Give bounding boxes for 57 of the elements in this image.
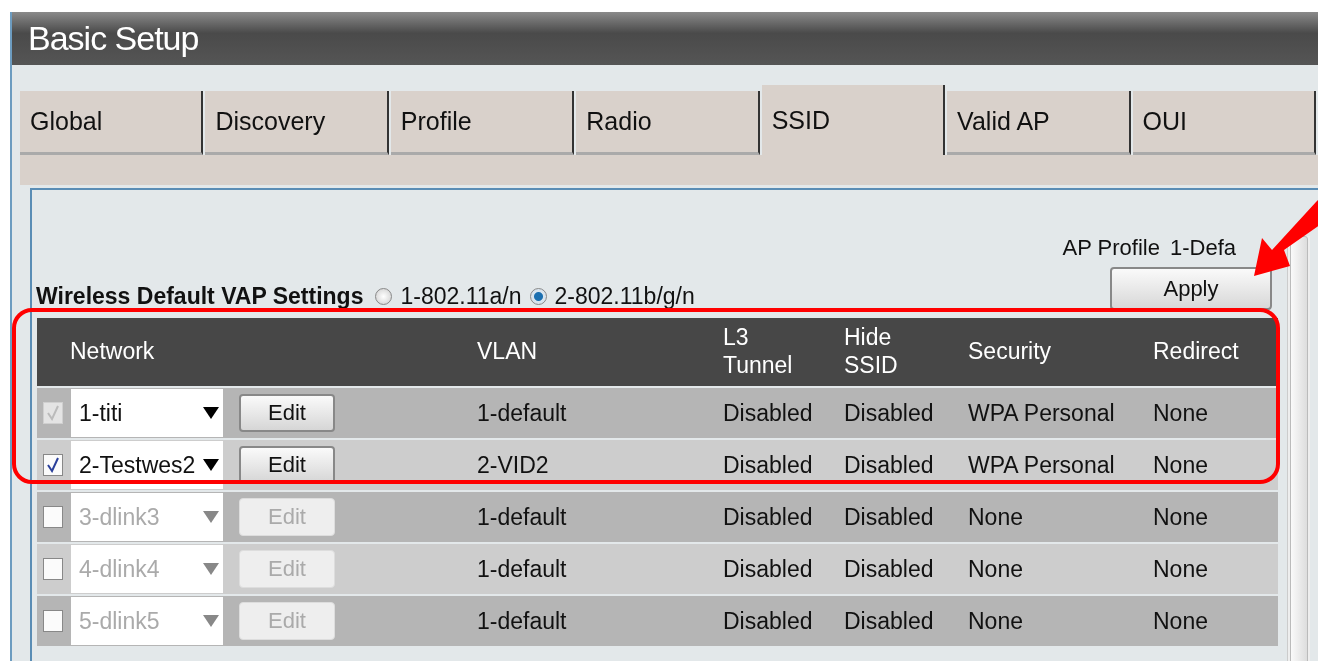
- vap-settings-label: Wireless Default VAP Settings: [36, 283, 364, 310]
- table-cell-text: None: [968, 503, 1024, 531]
- table-cell-text: None: [968, 555, 1024, 583]
- row-checkbox[interactable]: [43, 454, 63, 476]
- table-cell-text: None: [1153, 607, 1209, 635]
- table-cell-text: 2-VID2: [477, 451, 550, 479]
- table-cell-text: Disabled: [844, 503, 935, 531]
- table-cell-text: Disabled: [723, 607, 814, 635]
- caret-icon: [203, 459, 219, 471]
- table-cell-text: None: [968, 607, 1024, 635]
- caret-icon: [203, 615, 219, 627]
- radio-label: 1-802.11a/n: [400, 283, 522, 310]
- column-header: Security: [968, 338, 1052, 366]
- column-header: VLAN: [477, 338, 538, 366]
- window-title: Basic Setup: [28, 19, 199, 58]
- table-cell-text: None: [1153, 503, 1209, 531]
- table-cell-text: None: [1153, 555, 1209, 583]
- radio-button[interactable]: [375, 288, 393, 305]
- table-cell-text: Disabled: [844, 399, 935, 427]
- tab[interactable]: Radio: [576, 91, 760, 155]
- tab[interactable]: Discovery: [205, 91, 389, 155]
- column-header: L3 Tunnel: [723, 324, 793, 380]
- radio-button[interactable]: [529, 288, 547, 305]
- ap-profile-label: AP Profile: [1062, 235, 1160, 261]
- tab[interactable]: Global: [20, 91, 204, 155]
- network-select[interactable]: 2-Testwes2: [71, 441, 223, 489]
- scrollbar[interactable]: [1287, 236, 1310, 661]
- table-cell-text: Disabled: [844, 555, 935, 583]
- tab[interactable]: SSID: [761, 85, 946, 155]
- caret-icon: [203, 511, 219, 523]
- table-cell-text: 1-default: [477, 399, 568, 427]
- table-cell-text: 1-default: [477, 607, 568, 635]
- column-header: Hide SSID: [844, 324, 898, 380]
- ap-profile-value: 1-Defa: [1169, 235, 1236, 261]
- apply-button[interactable]: Apply: [1110, 267, 1272, 310]
- table-cell-text: WPA Personal: [968, 451, 1116, 479]
- table-cell-text: Disabled: [723, 555, 814, 583]
- caret-icon: [203, 563, 219, 575]
- caret-icon: [203, 407, 219, 419]
- table-cell-text: Disabled: [844, 607, 935, 635]
- table-cell-text: None: [1153, 451, 1209, 479]
- column-header: Redirect: [1153, 338, 1239, 366]
- table-cell-text: Disabled: [723, 451, 814, 479]
- column-header: Network: [69, 338, 155, 366]
- tab[interactable]: OUI: [1132, 91, 1316, 155]
- table-cell-text: 1-default: [477, 503, 568, 531]
- table-cell-text: None: [1153, 399, 1209, 427]
- edit-button[interactable]: Edit: [239, 394, 335, 432]
- network-select[interactable]: 1-titi: [71, 389, 223, 437]
- table-cell-text: Disabled: [723, 399, 814, 427]
- table-cell-text: 1-default: [477, 555, 568, 583]
- radio-label: 2-802.11b/g/n: [554, 283, 695, 310]
- table-cell-text: Disabled: [844, 451, 935, 479]
- table-cell-text: WPA Personal: [968, 399, 1116, 427]
- table-cell-text: Disabled: [723, 503, 814, 531]
- tab[interactable]: Profile: [390, 91, 575, 155]
- tab[interactable]: Valid AP: [947, 91, 1131, 155]
